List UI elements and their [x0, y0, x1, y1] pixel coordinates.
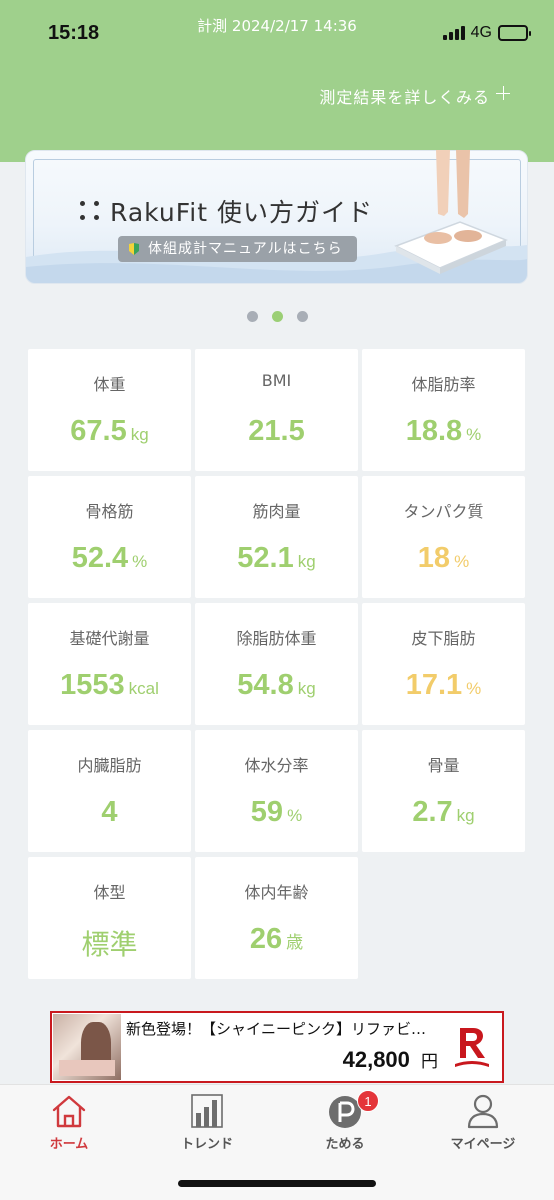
plus-icon[interactable]: [496, 84, 512, 102]
home-icon: [52, 1095, 86, 1128]
metric-card-visceral-fat[interactable]: 内臓脂肪 4: [28, 730, 191, 852]
rakuten-logo-icon: [455, 1028, 489, 1067]
metric-card-bmi[interactable]: BMI 21.5: [195, 349, 358, 471]
metric-label: 体脂肪率: [411, 375, 476, 394]
metric-label: 体内年齢: [244, 883, 309, 902]
tab-mypage[interactable]: マイページ: [414, 1085, 552, 1165]
header: 15:18 計測 2024/2/17 14:36 4G 測定結果を詳しくみる: [0, 0, 554, 162]
tab-trend[interactable]: トレンド: [138, 1085, 276, 1165]
metric-label: タンパク質: [403, 502, 484, 521]
metric-value: 52.1 kg: [237, 542, 316, 574]
metric-label: 骨格筋: [85, 502, 134, 521]
metric-label: 基礎代謝量: [69, 629, 150, 648]
beginner-mark-icon: [129, 243, 139, 255]
ad-product-image: [53, 1014, 121, 1080]
metric-value: 26 歳: [249, 923, 304, 955]
manual-button[interactable]: 体組成計マニュアルはこちら: [118, 236, 357, 262]
rakufit-logo-icon: [80, 201, 102, 223]
metric-label: 体水分率: [244, 756, 309, 775]
ad-banner[interactable]: 新色登場！【シャイニーピンク】リファビ… 42,800 円: [50, 1011, 504, 1083]
banner-pager: [0, 311, 554, 322]
network-type: 4G: [470, 24, 492, 41]
metric-card-weight[interactable]: 体重 67.5 kg: [28, 349, 191, 471]
tab-home[interactable]: ホーム: [0, 1085, 138, 1165]
metric-label: 除脂肪体重: [236, 629, 317, 648]
battery-icon: [498, 25, 531, 41]
home-indicator: [178, 1180, 376, 1187]
metric-value: 54.8 kg: [237, 669, 316, 701]
tab-points[interactable]: 1 ためる: [276, 1085, 414, 1165]
metric-value: 21.5: [248, 415, 305, 447]
details-link[interactable]: 測定結果を詳しくみる: [319, 84, 490, 108]
metric-card-basal-metabolism[interactable]: 基礎代謝量 1553 kcal: [28, 603, 191, 725]
status-indicators: 4G: [442, 24, 531, 42]
metric-value: 18%: [417, 542, 470, 574]
tab-label: マイページ: [450, 1137, 516, 1152]
metric-value: 52.4%: [71, 542, 148, 574]
metric-label: 皮下脂肪: [411, 629, 476, 648]
metric-label: 筋肉量: [252, 502, 301, 521]
pager-dot[interactable]: [296, 311, 308, 322]
tab-label: ためる: [325, 1137, 365, 1152]
ad-price-row: 42,800 円: [343, 1047, 438, 1073]
metric-label: 体型: [93, 883, 126, 902]
metric-value: 17.1%: [405, 669, 482, 701]
metric-card-skeletal-muscle[interactable]: 骨格筋 52.4%: [28, 476, 191, 598]
metric-value: 59%: [250, 796, 303, 828]
metric-card-protein[interactable]: タンパク質 18%: [362, 476, 525, 598]
signal-icon: [442, 26, 465, 40]
metric-card-bone-mass[interactable]: 骨量 2.7 kg: [362, 730, 525, 852]
metric-value: 67.5 kg: [70, 415, 149, 447]
ad-price: 42,800: [342, 1047, 410, 1072]
metric-label: BMI: [261, 371, 292, 390]
pager-dot[interactable]: [246, 311, 258, 322]
metric-card-lean-body-mass[interactable]: 除脂肪体重 54.8 kg: [195, 603, 358, 725]
metric-label: 内臓脂肪: [77, 756, 142, 775]
ad-title: 新色登場！【シャイニーピンク】リファビ…: [126, 1020, 427, 1038]
metric-card-body-water[interactable]: 体水分率 59%: [195, 730, 358, 852]
manual-button-label: 体組成計マニュアルはこちら: [148, 241, 343, 257]
metric-card-body-type[interactable]: 体型 標準: [28, 857, 191, 979]
ad-currency: 円: [421, 1052, 438, 1072]
metric-value: 18.8%: [405, 415, 482, 447]
guide-title: RakuFit 使い方ガイド: [110, 198, 373, 227]
tab-label: ホーム: [49, 1137, 89, 1152]
metric-card-muscle-mass[interactable]: 筋肉量 52.1 kg: [195, 476, 358, 598]
pager-dot-active[interactable]: [271, 311, 283, 322]
metric-value: 1553 kcal: [60, 669, 159, 701]
bar-chart-icon: [191, 1094, 223, 1128]
details-link-label: 測定結果を詳しくみる: [319, 88, 490, 107]
metric-value: 4: [101, 796, 118, 828]
metric-card-subcutaneous-fat[interactable]: 皮下脂肪 17.1%: [362, 603, 525, 725]
tab-label: トレンド: [180, 1137, 233, 1152]
metric-value: 2.7 kg: [412, 796, 475, 828]
metric-card-body-fat-rate[interactable]: 体脂肪率 18.8%: [362, 349, 525, 471]
notification-badge: 1: [357, 1090, 379, 1112]
metric-label: 骨量: [427, 756, 460, 775]
user-icon: [467, 1094, 499, 1129]
metric-card-body-age[interactable]: 体内年齢 26 歳: [195, 857, 358, 979]
scale-illustration: [394, 150, 508, 274]
metric-label: 体重: [93, 375, 126, 394]
metric-value: 標準: [81, 928, 138, 961]
